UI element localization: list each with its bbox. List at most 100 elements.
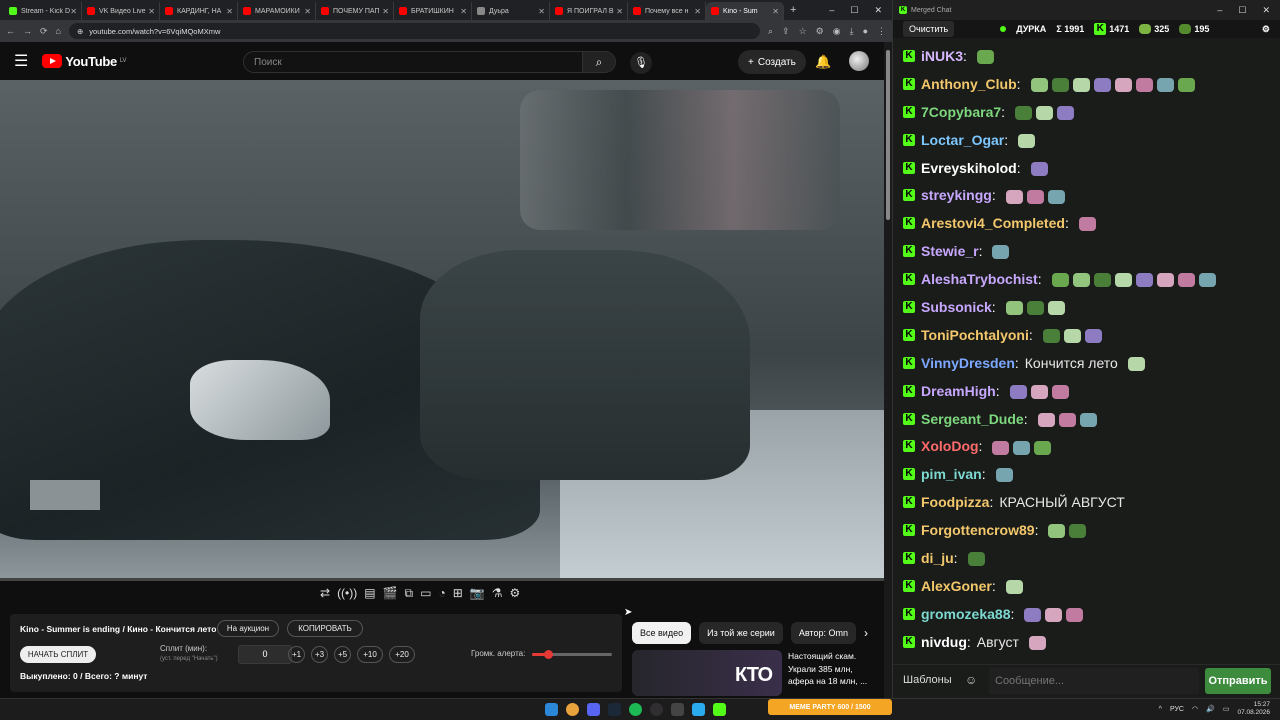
browser-tab[interactable]: БРАТИШКИН ✕ [394, 2, 472, 20]
chat-username[interactable]: Stewie_r [921, 243, 979, 259]
templates-button[interactable]: Шаблоны [903, 674, 952, 686]
tab-close-icon[interactable]: ✕ [148, 7, 155, 16]
chat-username[interactable]: di_ju [921, 550, 954, 566]
clear-chat-button[interactable]: Очистить [903, 21, 955, 37]
related-video-title[interactable]: Настоящий скам. Украли 385 млн, афера на… [788, 650, 880, 688]
chat-username[interactable]: gromozeka88 [921, 606, 1010, 622]
spotify-icon[interactable] [629, 703, 642, 716]
chat-username[interactable]: Sergeant_Dude [921, 411, 1024, 427]
chat-username[interactable]: nivdug [921, 634, 967, 650]
reload-icon[interactable]: ⟳ [40, 26, 48, 37]
notifications-bell-icon[interactable]: 🔔 [815, 54, 831, 70]
maximize-icon[interactable]: ☐ [1238, 5, 1246, 16]
clapperboard-icon[interactable]: 🎬 [383, 586, 398, 601]
related-video[interactable]: КТО Настоящий скам. Украли 385 млн, афер… [632, 650, 884, 696]
back-icon[interactable]: ← [6, 26, 15, 36]
subtitles-icon[interactable]: ▭ [420, 586, 431, 601]
add-to-auction-button[interactable]: На аукцион [217, 620, 279, 637]
browser-tab[interactable]: VK Видео Live ✕ [82, 2, 160, 20]
clock[interactable]: 15:27 07.08.2026 [1237, 701, 1270, 717]
voice-search-button[interactable]: 🎙 [630, 52, 652, 74]
chip-author[interactable]: Автор: Omn [790, 622, 856, 644]
chat-username[interactable]: XoloDog [921, 438, 979, 454]
flask-icon[interactable]: ⚗ [492, 586, 503, 601]
youtube-logo[interactable]: YouTube LV [42, 54, 127, 69]
bookmark-star-icon[interactable]: ☆ [799, 26, 807, 37]
menu-icon[interactable]: ☰ [14, 51, 28, 71]
chat-username[interactable]: streykingg [921, 187, 992, 203]
increment-button[interactable]: +20 [389, 646, 415, 663]
telegram-icon[interactable] [692, 703, 705, 716]
increment-button[interactable]: +5 [334, 646, 351, 663]
avatar[interactable] [849, 51, 869, 71]
steam-icon[interactable] [608, 703, 621, 716]
chat-username[interactable]: VinnyDresden [921, 355, 1015, 371]
message-input[interactable] [989, 668, 1199, 694]
chat-username[interactable]: iNUK3 [921, 48, 963, 64]
increment-button[interactable]: +1 [288, 646, 305, 663]
page-scrollbar[interactable] [884, 42, 892, 698]
seek-bar[interactable] [0, 578, 884, 581]
chat-username[interactable]: Evreyskiholod [921, 160, 1017, 176]
chat-username[interactable]: Forgottencrow89 [921, 522, 1035, 538]
maximize-icon[interactable]: ☐ [850, 5, 858, 16]
chat-username[interactable]: Foodpizza [921, 494, 989, 510]
settings-gear-icon[interactable]: ⚙ [1262, 24, 1270, 35]
extension-icon[interactable]: ⚙ [816, 26, 824, 37]
tray-chevron-icon[interactable]: ^ [1159, 706, 1162, 713]
increment-button[interactable]: +3 [311, 646, 328, 663]
tab-close-icon[interactable]: ✕ [538, 7, 545, 16]
copy-button[interactable]: КОПИРОВАТЬ [287, 620, 363, 637]
tab-close-icon[interactable]: ✕ [772, 7, 779, 16]
scrollbar-thumb[interactable] [886, 50, 890, 220]
windows-start-icon[interactable] [545, 703, 558, 716]
create-button[interactable]: + Создать [738, 50, 806, 74]
chat-username[interactable]: 7Copybara7 [921, 104, 1001, 120]
chat-username[interactable]: AleshaTrybochist [921, 271, 1038, 287]
chrome-icon[interactable] [566, 703, 579, 716]
volume-icon[interactable]: 🔊 [1206, 705, 1215, 713]
slider-knob[interactable] [544, 650, 553, 659]
meme-party-widget[interactable]: MEME PARTY 600 / 1500 [768, 699, 892, 715]
related-thumbnail[interactable]: КТО [632, 650, 782, 696]
add-icon[interactable]: ⊞ [453, 586, 463, 601]
profile-icon[interactable]: ● [863, 26, 868, 37]
video-player[interactable] [0, 80, 884, 578]
alert-volume-slider[interactable] [532, 650, 612, 659]
chat-username[interactable]: Subsonick [921, 299, 992, 315]
browser-tab[interactable]: ПОЧЕМУ ПАП ✕ [316, 2, 394, 20]
chevron-right-icon[interactable]: › [864, 626, 868, 640]
more-icon[interactable]: ⋮ [877, 26, 886, 37]
minimize-icon[interactable]: – [1217, 5, 1222, 16]
close-icon[interactable]: ✕ [1262, 5, 1270, 16]
tab-close-icon[interactable]: ✕ [616, 7, 623, 16]
screenshot-camera-icon[interactable]: 📷 [470, 586, 485, 601]
url-field[interactable]: ⊕ youtube.com/watch?v=6VqiMQoMXmw [68, 23, 760, 39]
app-icon[interactable] [671, 703, 684, 716]
tab-close-icon[interactable]: ✕ [382, 7, 389, 16]
chat-username[interactable]: DreamHigh [921, 383, 996, 399]
tab-close-icon[interactable]: ✕ [694, 7, 701, 16]
browser-tab[interactable]: КАРДИНГ, НА ✕ [160, 2, 238, 20]
browser-tab[interactable]: Я ПОИГРАЛ В ✕ [550, 2, 628, 20]
chip-same-series[interactable]: Из той же серии [699, 622, 783, 644]
browser-tab[interactable]: Kino - Sum ✕ [706, 2, 784, 20]
wifi-icon[interactable]: ◠ [1192, 705, 1198, 713]
discord-icon[interactable] [587, 703, 600, 716]
chat-username[interactable]: Arestovi4_Completed [921, 215, 1065, 231]
browser-tab[interactable]: Почему все н ✕ [628, 2, 706, 20]
search-button[interactable]: ⌕ [582, 51, 616, 73]
search-input[interactable]: Поиск [243, 51, 583, 73]
gear-icon[interactable]: ⚙ [510, 586, 521, 601]
battery-icon[interactable]: ▭ [1223, 705, 1230, 713]
chat-username[interactable]: AlexGoner [921, 578, 992, 594]
broadcast-icon[interactable]: ((•)) [337, 586, 357, 601]
tab-close-icon[interactable]: ✕ [460, 7, 467, 16]
send-button[interactable]: Отправить [1205, 668, 1271, 694]
new-tab-button[interactable]: + [790, 4, 796, 16]
chat-username[interactable]: pim_ivan [921, 466, 982, 482]
kick-chat-app-icon[interactable] [713, 703, 726, 716]
home-icon[interactable]: ⌂ [56, 26, 61, 36]
split-minutes-input[interactable]: 0 [238, 645, 292, 664]
chat-username[interactable]: Loctar_Ogar [921, 132, 1004, 148]
